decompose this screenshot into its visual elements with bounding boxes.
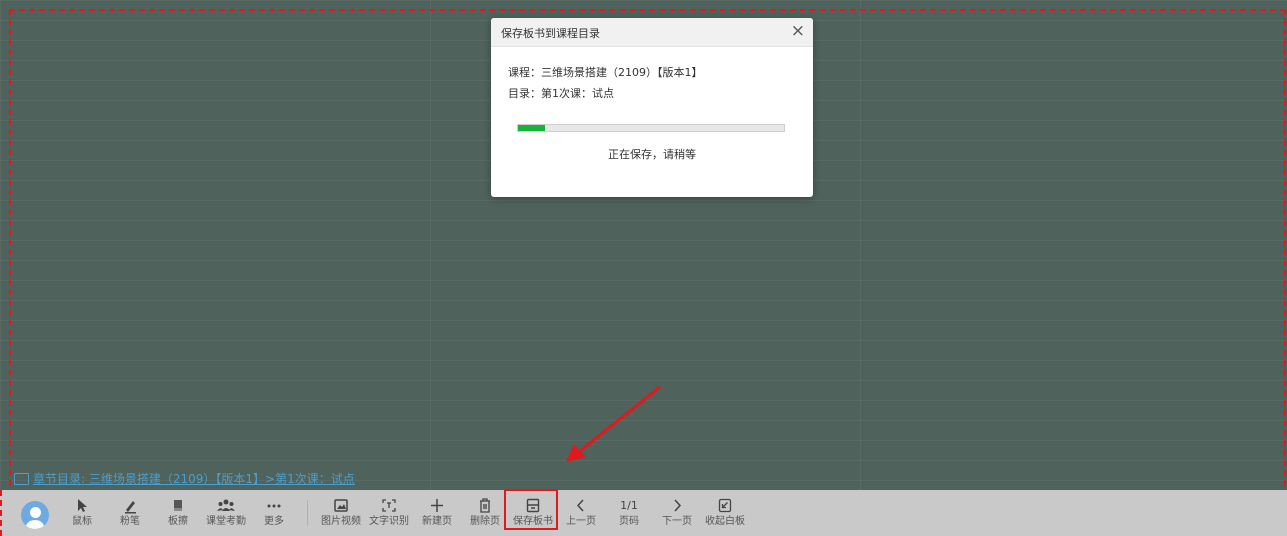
delete-page-label: 删除页: [470, 516, 500, 527]
collapse-board-icon: [718, 498, 732, 513]
chevron-right-icon: [674, 499, 682, 512]
attendance-tool[interactable]: 课堂考勤: [202, 496, 250, 532]
chapter-link-text: 章节目录: 三维场景搭建（2109）【版本1】>第1次课：试点: [33, 472, 355, 486]
bottom-toolbar: 鼠标 粉笔 板擦 课堂考勤 更多 图片视频 文字识别 新建页 删除页 保存板书 …: [0, 490, 1287, 536]
dialog-title: 保存板书到课程目录: [501, 27, 600, 40]
more-dots-icon: [267, 504, 281, 508]
eraser-icon: [174, 500, 182, 511]
close-icon[interactable]: ×: [791, 21, 805, 41]
collapse-board-button[interactable]: 收起白板: [701, 496, 749, 532]
page-number: 1/1 页码: [605, 496, 653, 532]
next-page-label: 下一页: [662, 516, 692, 527]
plus-icon: [431, 499, 443, 512]
new-page-tool[interactable]: 新建页: [413, 496, 461, 532]
avatar[interactable]: [21, 501, 49, 529]
cursor-arrow-icon: [78, 499, 87, 512]
chalk-tool[interactable]: 粉笔: [106, 496, 154, 532]
image-video-icon: [334, 499, 348, 512]
folder-icon: [14, 472, 29, 485]
people-icon: [217, 499, 235, 511]
save-board-label: 保存板书: [513, 516, 553, 527]
delete-page-tool[interactable]: 删除页: [461, 496, 509, 532]
attendance-label: 课堂考勤: [206, 516, 246, 527]
save-board-button[interactable]: 保存板书: [509, 496, 557, 532]
prev-page-button[interactable]: 上一页: [557, 496, 605, 532]
collapse-board-label: 收起白板: [705, 516, 745, 527]
media-label: 图片视频: [321, 516, 361, 527]
trash-icon: [480, 498, 490, 513]
save-progress-bar: [517, 124, 785, 132]
course-line: 课程：三维场景搭建（2109）【版本1】: [508, 66, 703, 79]
chalk-pen-icon: [125, 501, 136, 514]
ocr-tool[interactable]: 文字识别: [365, 496, 413, 532]
progress-fill: [518, 125, 545, 131]
eraser-tool[interactable]: 板擦: [154, 496, 202, 532]
next-page-button[interactable]: 下一页: [653, 496, 701, 532]
chapter-catalog-link[interactable]: 章节目录: 三维场景搭建（2109）【版本1】>第1次课：试点: [14, 470, 355, 487]
more-label: 更多: [264, 516, 284, 527]
ocr-label: 文字识别: [369, 516, 409, 527]
chevron-left-icon: [576, 499, 584, 512]
mouse-tool[interactable]: 鼠标: [58, 496, 106, 532]
dialog-header: 保存板书到课程目录 ×: [491, 18, 813, 47]
more-tool[interactable]: 更多: [250, 496, 298, 532]
catalog-line: 目录：第1次课：试点: [508, 87, 614, 100]
eraser-label: 板擦: [168, 516, 188, 527]
prev-page-label: 上一页: [566, 516, 596, 527]
save-dialog: 保存板书到课程目录 × 课程：三维场景搭建（2109）【版本1】 目录：第1次课…: [491, 18, 813, 197]
save-disk-icon: [526, 498, 540, 513]
mouse-label: 鼠标: [72, 516, 92, 527]
page-number-label: 页码: [619, 516, 639, 527]
chalk-label: 粉笔: [120, 516, 140, 527]
toolbar-divider: [307, 500, 308, 526]
text-recognition-icon: [382, 499, 396, 512]
media-tool[interactable]: 图片视频: [317, 496, 365, 532]
progress-status: 正在保存，请稍等: [608, 148, 696, 161]
page-number-value: 1/1: [620, 499, 638, 512]
new-page-label: 新建页: [422, 516, 452, 527]
